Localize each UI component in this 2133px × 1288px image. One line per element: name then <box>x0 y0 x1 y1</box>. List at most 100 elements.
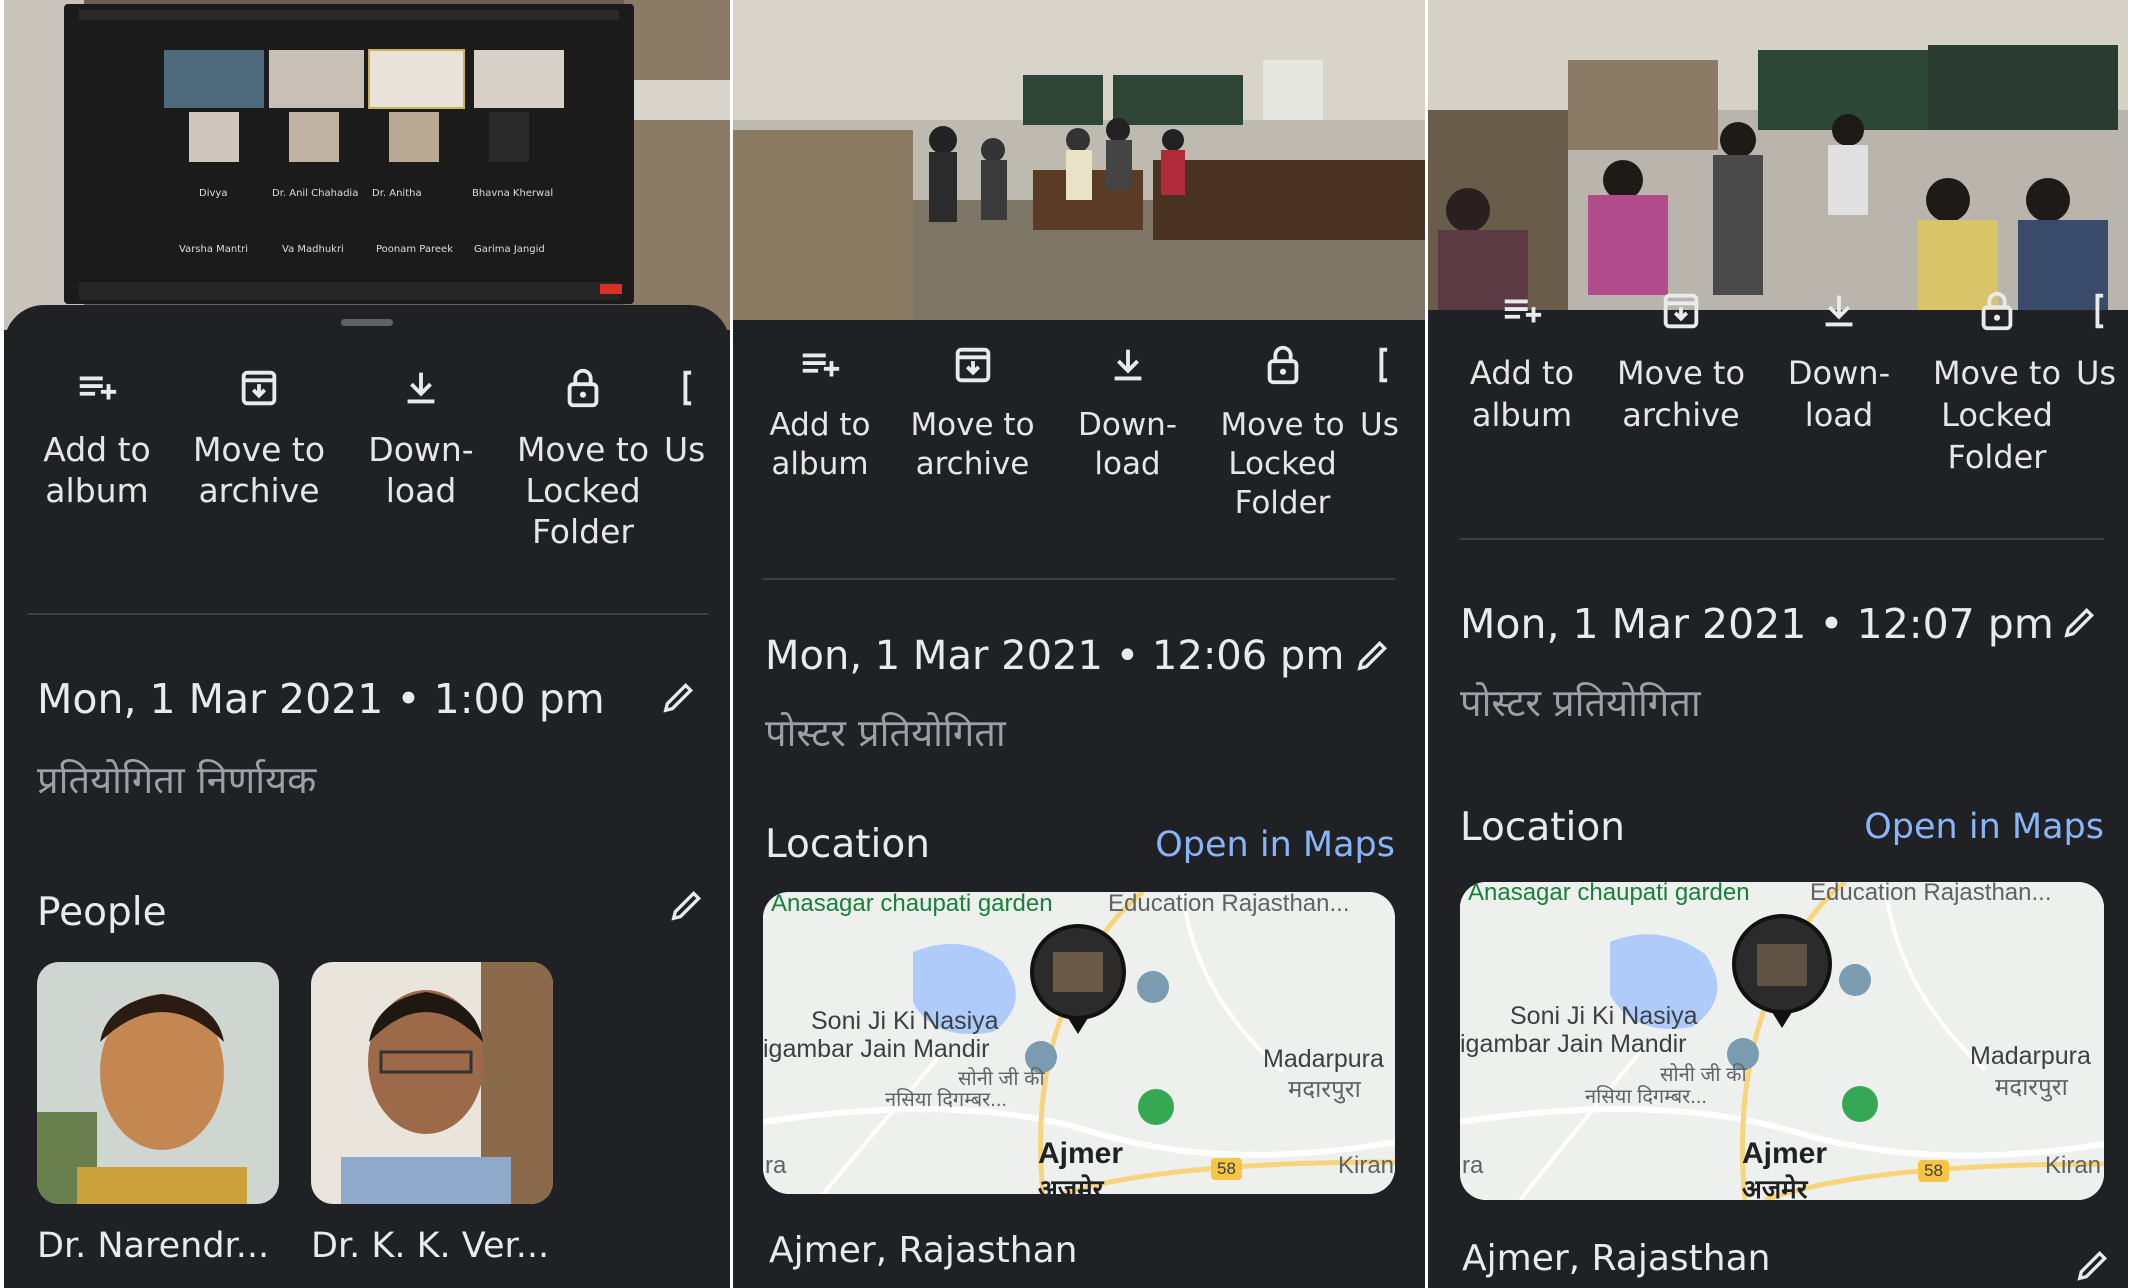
map-label: अजमेर <box>1038 1174 1104 1194</box>
edit-pencil-icon[interactable] <box>2060 602 2100 642</box>
map-label: igambar Jain Mandir <box>763 1035 990 1063</box>
add-to-album-button[interactable]: Add to album <box>1442 288 1602 478</box>
action-label: Move to archive <box>1616 354 1746 434</box>
action-label: Add to album <box>1469 354 1575 434</box>
map-label: Ajmer <box>1038 1137 1124 1170</box>
download-icon <box>1825 295 1853 327</box>
action-label: Add to album <box>769 407 871 482</box>
description[interactable]: पोस्टर प्रतियोगिता <box>765 706 1006 758</box>
move-to-archive-button[interactable]: Move to archive <box>178 365 340 552</box>
use-as-button[interactable]: Us <box>1360 342 1420 523</box>
road-badge: 58 <box>1211 1158 1242 1180</box>
map-label: Ajmer <box>1742 1137 1828 1170</box>
add-to-album-button[interactable]: Add to album <box>16 365 178 552</box>
lock-icon <box>567 368 599 408</box>
location-map[interactable]: Anasagar chaupati garden Education Rajas… <box>1460 882 2104 1200</box>
move-to-locked-folder-button[interactable]: Move to Locked Folder <box>1205 342 1360 523</box>
photo-info-panel-2: Add to album Move to archive Down- load … <box>733 0 1425 1288</box>
description[interactable]: पोस्टर प्रतियोगिता <box>1460 676 1701 728</box>
divider <box>763 578 1395 580</box>
archive-icon <box>241 370 277 406</box>
divider <box>1460 538 2104 540</box>
map-label: Soni Ji Ki Nasiya <box>1510 1002 1698 1030</box>
call-tile-name: Dr. Anitha <box>372 188 422 199</box>
move-to-archive-button[interactable]: Move to archive <box>895 342 1050 523</box>
action-label: Move to Locked Folder <box>516 430 650 551</box>
download-button[interactable]: Down- load <box>1050 342 1205 523</box>
download-button[interactable]: Down- load <box>340 365 502 552</box>
map-label: Anasagar chaupati garden <box>771 892 1053 917</box>
info-sheet: Add to album Move to archive Down- load … <box>4 305 730 1288</box>
call-tile-name: Dr. Anil Chahadia <box>272 188 358 199</box>
map-label: Madarpura <box>1263 1045 1384 1073</box>
action-label: Add to album <box>43 430 151 510</box>
add-to-album-icon <box>79 376 117 400</box>
date-time: Mon, 1 Mar 2021 • 12:06 pm <box>765 633 1345 679</box>
map-label: ra <box>1462 1152 1484 1179</box>
map-label: Madarpura <box>1970 1042 2091 1070</box>
map-label: नसिया दिगम्बर... <box>1585 1086 1707 1108</box>
person-name: Dr. K. K. Ver... <box>311 1226 550 1266</box>
edit-pencil-icon[interactable] <box>659 677 699 717</box>
date-time: Mon, 1 Mar 2021 • 1:00 pm <box>37 675 605 723</box>
action-label: Down- load <box>368 430 474 510</box>
action-row: Add to album Move to archive Down- load … <box>745 342 1425 523</box>
download-icon <box>1114 349 1141 381</box>
location-title: Location <box>765 822 930 867</box>
map-label: Soni Ji Ki Nasiya <box>811 1007 999 1035</box>
action-label: Us <box>1360 407 1399 443</box>
landmark-icon[interactable] <box>1839 964 1871 996</box>
use-as-icon <box>2095 293 2104 329</box>
info-sheet: Add to album Move to archive Down- load … <box>733 320 1425 1288</box>
action-label: Down- load <box>1077 407 1178 482</box>
download-button[interactable]: Down- load <box>1760 288 1918 478</box>
drag-handle[interactable] <box>341 319 393 326</box>
person-face <box>37 962 279 1204</box>
move-to-locked-folder-button[interactable]: Move to Locked Folder <box>1918 288 2076 478</box>
action-row: Add to album Move to archive Down- load … <box>16 365 730 552</box>
map-label: नसिया दिगम्बर... <box>885 1089 1007 1111</box>
description[interactable]: प्रतियोगिता निर्णायक <box>37 753 316 805</box>
park-icon[interactable] <box>1138 1089 1174 1125</box>
download-icon <box>407 372 435 404</box>
move-to-archive-button[interactable]: Move to archive <box>1602 288 1760 478</box>
location-map[interactable]: Anasagar chaupati garden Education Rajas… <box>763 892 1395 1194</box>
road-badge: 58 <box>1918 1160 1949 1182</box>
map-label: Kiran <box>2045 1152 2102 1179</box>
photo-preview-classroom[interactable] <box>1428 0 2128 312</box>
photo-preview-classroom[interactable] <box>733 0 1425 320</box>
map-label: Education Rajasthan... <box>1810 882 2052 906</box>
action-label: Move to Locked Folder <box>1932 354 2062 476</box>
open-in-maps-link[interactable]: Open in Maps <box>1864 807 2104 847</box>
lock-icon <box>1981 291 2013 331</box>
action-label: Down- load <box>1787 354 1891 434</box>
place-name: Ajmer, Rajasthan <box>1462 1238 1771 1279</box>
archive-icon <box>955 347 990 383</box>
call-tile-name: Varsha Mantri <box>179 244 248 255</box>
use-as-icon <box>683 370 692 406</box>
edit-pencil-icon[interactable] <box>2073 1245 2113 1285</box>
map-label: मदारपुरा <box>1288 1076 1361 1103</box>
call-tile-name: Divya <box>199 188 227 199</box>
map-label: Kiran <box>1338 1152 1395 1179</box>
action-label: Move to archive <box>192 430 326 510</box>
park-icon[interactable] <box>1842 1086 1878 1122</box>
action-label: Move to Locked Folder <box>1220 407 1345 521</box>
use-as-button[interactable]: Us <box>2076 288 2128 478</box>
landmark-icon[interactable] <box>1137 971 1169 1003</box>
person-chip[interactable]: Dr. Narendr... <box>37 962 279 1266</box>
lock-icon <box>1267 345 1298 385</box>
person-chip[interactable]: Dr. K. K. Ver... <box>311 962 553 1266</box>
add-to-album-icon <box>802 353 840 377</box>
add-to-album-button[interactable]: Add to album <box>745 342 895 523</box>
edit-pencil-icon[interactable] <box>667 885 707 925</box>
use-as-icon <box>1379 347 1388 383</box>
move-to-locked-folder-button[interactable]: Move to Locked Folder <box>502 365 664 552</box>
call-tile-name: Poonam Pareek <box>376 244 453 255</box>
map-label: Anasagar chaupati garden <box>1468 882 1750 906</box>
photo-preview-video-call[interactable]: Divya Dr. Anil Chahadia Dr. Anitha Bhavn… <box>4 0 730 330</box>
map-label: ra <box>765 1152 787 1179</box>
edit-pencil-icon[interactable] <box>1353 635 1393 675</box>
use-as-button[interactable]: Us <box>664 365 724 552</box>
open-in-maps-link[interactable]: Open in Maps <box>1155 825 1395 865</box>
